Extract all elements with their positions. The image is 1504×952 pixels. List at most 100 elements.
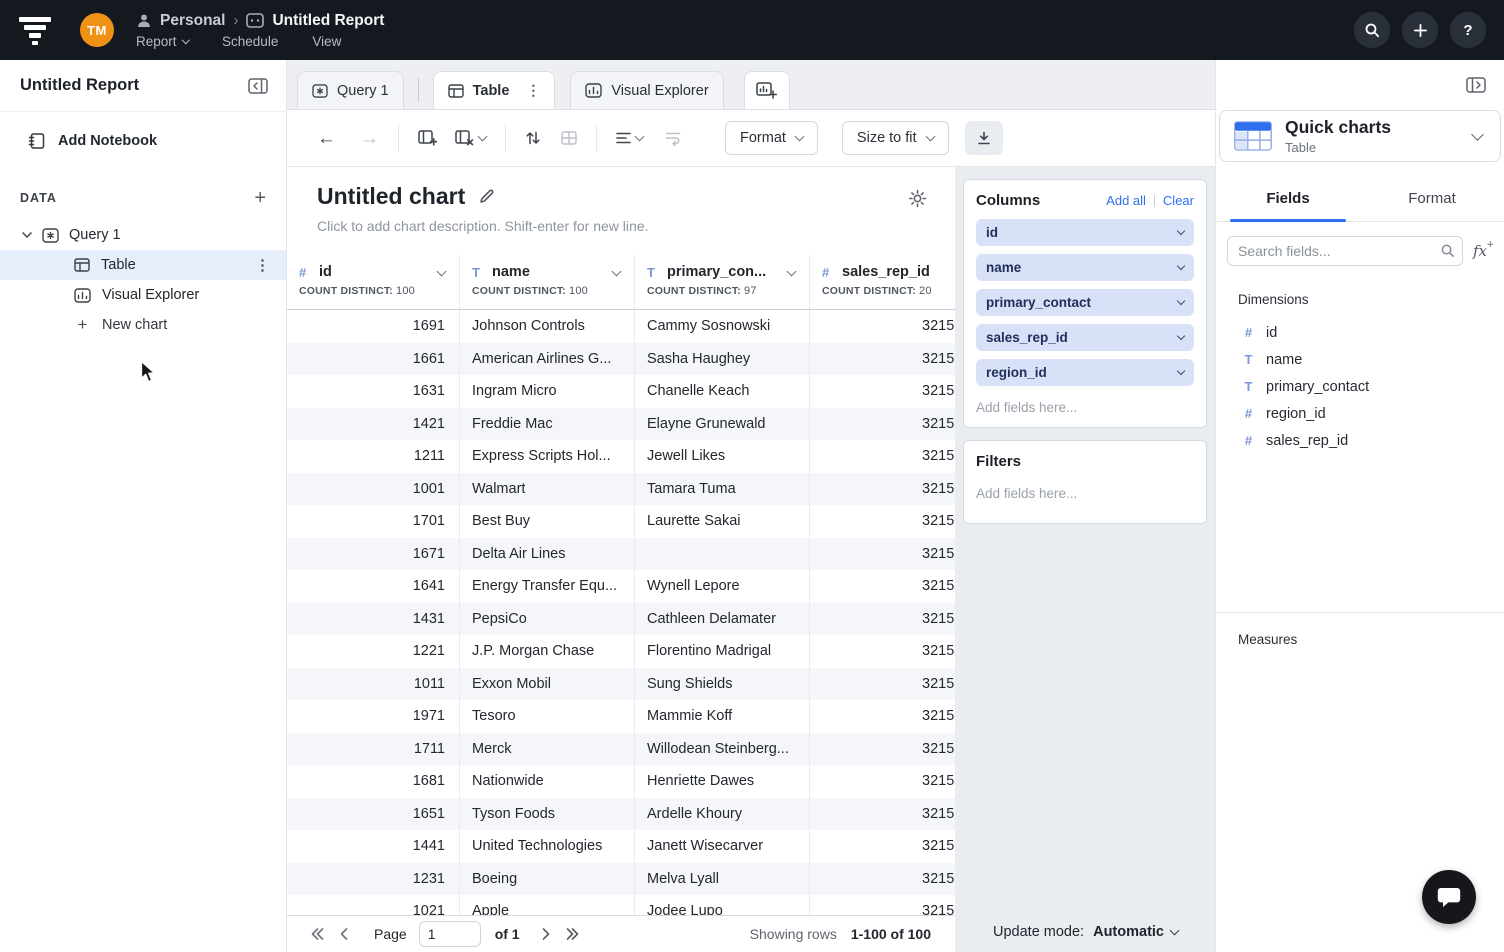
tab-table[interactable]: Table ⋮	[433, 71, 556, 109]
filters-placeholder[interactable]: Add fields here...	[976, 486, 1194, 511]
chart-title[interactable]: Untitled chart	[317, 183, 465, 210]
next-page-button[interactable]	[542, 928, 550, 940]
pivot-button[interactable]	[561, 131, 577, 145]
format-button[interactable]: Format	[725, 121, 818, 155]
align-button[interactable]	[616, 132, 643, 144]
table-row[interactable]: 1681 Nationwide Henriette Dawes 3215	[287, 765, 955, 798]
column-header-sales-rep-id[interactable]: #sales_rep_id COUNT DISTINCT:20	[810, 255, 955, 309]
table-row[interactable]: 1221 J.P. Morgan Chase Florentino Madrig…	[287, 635, 955, 668]
columns-placeholder[interactable]: Add fields here...	[976, 400, 1194, 415]
table-row[interactable]: 1021 Apple Jodee Lupo 3215	[287, 895, 955, 915]
table-row[interactable]: 1641 Energy Transfer Equ... Wynell Lepor…	[287, 570, 955, 603]
add-all-link[interactable]: Add all	[1106, 193, 1146, 208]
table-row[interactable]: 1631 Ingram Micro Chanelle Keach 3215	[287, 375, 955, 408]
column-pill[interactable]: region_id	[976, 359, 1194, 386]
cell-primary-contact: Cammy Sosnowski	[635, 310, 810, 343]
table-row[interactable]: 1231 Boeing Melva Lyall 3215	[287, 863, 955, 896]
tab-format[interactable]: Format	[1360, 176, 1504, 221]
column-pill[interactable]: primary_contact	[976, 289, 1194, 316]
dimension-item[interactable]: # id	[1216, 319, 1504, 346]
column-header-name[interactable]: Tname COUNT DISTINCT:100	[460, 255, 635, 309]
trevor-logo[interactable]	[16, 11, 54, 49]
menu-report[interactable]: Report	[136, 34, 188, 49]
chevron-down-icon[interactable]	[1177, 332, 1185, 340]
dimension-item[interactable]: T primary_contact	[1216, 373, 1504, 400]
last-page-button[interactable]	[566, 928, 579, 940]
chart-description-placeholder[interactable]: Click to add chart description. Shift-en…	[317, 218, 931, 234]
new-chart-tab-button[interactable]	[744, 71, 790, 109]
chat-fab[interactable]	[1422, 870, 1476, 924]
chevron-down-icon[interactable]	[1177, 227, 1185, 235]
chevron-down-icon[interactable]	[22, 232, 32, 238]
add-formula-button[interactable]: fx+	[1473, 242, 1494, 260]
tree-item-query-1[interactable]: Query 1	[0, 220, 286, 250]
topbar: TM Personal › Untitled Report Report Sch…	[0, 0, 1504, 60]
page-input[interactable]	[419, 921, 481, 947]
column-pill[interactable]: sales_rep_id	[976, 324, 1194, 351]
breadcrumb-report-title[interactable]: Untitled Report	[272, 12, 384, 30]
double-chevron-right-icon	[566, 928, 579, 940]
table-row[interactable]: 1691 Johnson Controls Cammy Sosnowski 32…	[287, 310, 955, 343]
sidebar-item-new-chart[interactable]: + New chart	[0, 310, 286, 340]
wrap-text-button[interactable]	[665, 131, 681, 146]
column-pill[interactable]: name	[976, 254, 1194, 281]
update-mode-dropdown[interactable]: Automatic	[1093, 924, 1178, 940]
column-header-id[interactable]: #id COUNT DISTINCT:100	[287, 255, 460, 309]
chevron-down-icon[interactable]	[1177, 297, 1185, 305]
search-button[interactable]	[1354, 12, 1390, 48]
remove-field-button[interactable]	[455, 130, 486, 146]
add-field-button[interactable]	[418, 130, 437, 146]
chart-settings-button[interactable]	[908, 189, 927, 208]
sidebar-item-table[interactable]: Table ⋮	[0, 250, 286, 280]
column-header-primary-contact[interactable]: Tprimary_con... COUNT DISTINCT:97	[635, 255, 810, 309]
collapse-left-panel-button[interactable]	[248, 78, 268, 94]
forward-button[interactable]: →	[360, 129, 379, 148]
quick-charts-dropdown[interactable]: Quick charts Table	[1219, 110, 1501, 162]
dimension-item[interactable]: T name	[1216, 346, 1504, 373]
cell-sales-rep-id: 3215	[810, 635, 955, 668]
menu-schedule[interactable]: Schedule	[222, 34, 278, 49]
tab-query-1[interactable]: Query 1	[297, 71, 404, 109]
table-row[interactable]: 1701 Best Buy Laurette Sakai 3215	[287, 505, 955, 538]
chevron-down-icon[interactable]	[1177, 367, 1185, 375]
dimension-item[interactable]: # sales_rep_id	[1216, 427, 1504, 454]
help-button[interactable]: ?	[1450, 12, 1486, 48]
expand-right-panel-button[interactable]	[1466, 77, 1486, 93]
size-to-fit-button[interactable]: Size to fit	[842, 121, 949, 155]
table-row[interactable]: 1661 American Airlines G... Sasha Haughe…	[287, 343, 955, 376]
breadcrumb-workspace[interactable]: Personal	[160, 12, 225, 30]
sidebar-item-visual-explorer[interactable]: Visual Explorer	[0, 280, 286, 310]
table-row[interactable]: 1001 Walmart Tamara Tuma 3215	[287, 473, 955, 506]
column-pill[interactable]: id	[976, 219, 1194, 246]
sort-button[interactable]	[525, 130, 541, 146]
back-button[interactable]: ←	[317, 129, 336, 148]
download-button[interactable]	[965, 121, 1003, 155]
table-row[interactable]: 1421 Freddie Mac Elayne Grunewald 3215	[287, 408, 955, 441]
table-row[interactable]: 1971 Tesoro Mammie Koff 3215	[287, 700, 955, 733]
avatar[interactable]: TM	[80, 13, 114, 47]
chevron-down-icon[interactable]	[1177, 262, 1185, 270]
search-fields-input[interactable]	[1227, 236, 1463, 266]
table-row[interactable]: 1441 United Technologies Janett Wisecarv…	[287, 830, 955, 863]
tab-fields[interactable]: Fields	[1216, 176, 1360, 221]
tab-visual-explorer[interactable]: Visual Explorer	[570, 71, 723, 109]
table-row[interactable]: 1431 PepsiCo Cathleen Delamater 3215	[287, 603, 955, 636]
table-row[interactable]: 1711 Merck Willodean Steinberg... 3215	[287, 733, 955, 766]
edit-title-button[interactable]	[478, 188, 495, 205]
clear-link[interactable]: Clear	[1163, 193, 1194, 208]
prev-page-button[interactable]	[340, 928, 348, 940]
add-notebook-button[interactable]: Add Notebook	[0, 112, 286, 150]
tab-kebab-icon[interactable]: ⋮	[526, 82, 540, 99]
table-icon	[74, 258, 90, 272]
table-row[interactable]: 1211 Express Scripts Hol... Jewell Likes…	[287, 440, 955, 473]
dimension-item[interactable]: # region_id	[1216, 400, 1504, 427]
menu-view[interactable]: View	[312, 34, 341, 49]
kebab-menu-icon[interactable]: ⋮	[255, 256, 270, 274]
table-row[interactable]: 1011 Exxon Mobil Sung Shields 3215	[287, 668, 955, 701]
add-data-button[interactable]: +	[254, 190, 266, 206]
add-button[interactable]	[1402, 12, 1438, 48]
table-row[interactable]: 1671 Delta Air Lines 3215	[287, 538, 955, 571]
cell-sales-rep-id: 3215	[810, 700, 955, 733]
first-page-button[interactable]	[311, 928, 324, 940]
table-row[interactable]: 1651 Tyson Foods Ardelle Khoury 3215	[287, 798, 955, 831]
